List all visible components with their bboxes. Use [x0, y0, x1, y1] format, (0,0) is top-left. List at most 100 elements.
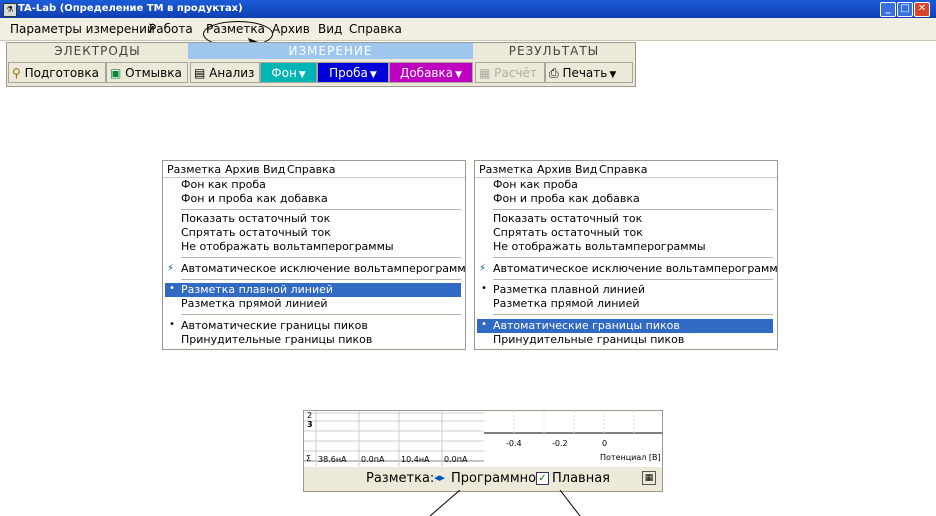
radio-dot-icon: • — [169, 283, 175, 294]
menu-option-auto-peak-bounds[interactable]: Автоматические границы пиков — [493, 319, 680, 333]
menu-separator — [181, 257, 461, 258]
prepare-button[interactable]: ⚲ Подготовка — [8, 62, 106, 83]
markup-mode-value[interactable]: Программно — [451, 471, 536, 486]
menu-option-hide-voltammograms[interactable]: Не отображать вольтамперограммы — [181, 240, 394, 254]
menu-option-auto-exclude[interactable]: Автоматическое исключение вольтамперогра… — [493, 262, 778, 276]
menu-separator — [493, 209, 773, 210]
calc-button[interactable]: ▦ Расчёт — [475, 62, 545, 83]
menu-item-help[interactable]: Справка — [287, 163, 335, 176]
electrode-icon: ⚲ — [12, 66, 21, 80]
menu-option-auto-peak-bounds[interactable]: Автоматические границы пиков — [181, 319, 368, 333]
menu-option-bg-as-sample[interactable]: Фон как проба — [493, 178, 578, 192]
menu-bar-snippet: Разметка Архив Вид Справка — [475, 161, 777, 178]
menu-bar-snippet: Разметка Архив Вид Справка — [163, 161, 465, 178]
line-type-value[interactable]: Плавная — [552, 471, 610, 486]
menu-separator — [493, 257, 773, 258]
sum-cell: 0.0пА — [361, 455, 385, 464]
dropdown-arrow-icon: ▼ — [455, 70, 463, 80]
menu-separator — [181, 209, 461, 210]
menu-option-hide-residual[interactable]: Спрятать остаточный ток — [493, 226, 643, 240]
main-toolbar: ЭЛЕКТРОДЫ ИЗМЕРЕНИЕ РЕЗУЛЬТАТЫ ⚲ Подгото… — [6, 42, 636, 87]
callout-lines — [429, 490, 581, 516]
results-table: 2 3 Σ 38.6нА 0.0пА 10.4нА 0.0пА — [304, 411, 484, 467]
menu-option-straight-line[interactable]: Разметка прямой линией — [493, 297, 639, 311]
wand-icon: ⚡ — [479, 263, 487, 274]
markup-status-label: Разметка: — [366, 471, 435, 486]
radio-dot-icon: • — [169, 319, 175, 330]
dropdown-arrow-icon: ▼ — [609, 70, 617, 80]
menu-separator — [181, 279, 461, 280]
dropdown-arrow-icon: ▼ — [298, 70, 306, 80]
sample-button[interactable]: Проба ▼ — [317, 62, 389, 83]
menu-separator — [493, 314, 773, 315]
menu-item-view[interactable]: Вид — [318, 22, 342, 36]
radio-dot-icon: • — [481, 283, 487, 294]
menu-option-show-residual[interactable]: Показать остаточный ток — [493, 212, 642, 226]
electrodes-group-title: ЭЛЕКТРОДЫ — [7, 43, 188, 59]
radio-dot-icon: • — [481, 319, 487, 330]
title-bar: ⚗ TA-Lab (Определение ТМ в продуктах) _ … — [0, 0, 936, 18]
markup-menu-left: Разметка Архив Вид Справка Фон как проба… — [162, 160, 466, 350]
document-icon: ▤ — [194, 66, 206, 80]
row-label: 3 — [307, 420, 313, 429]
menu-item-params[interactable]: Параметры измерений — [10, 22, 155, 36]
wash-icon: ▣ — [110, 66, 122, 80]
row-label: 2 — [307, 411, 313, 420]
menu-item-markup[interactable]: Разметка — [479, 163, 533, 176]
print-button[interactable]: ⎙ Печать ▼ — [545, 62, 633, 83]
voltammogram-plot: -0.4 -0.2 0 Потенциал [В] — [484, 411, 662, 467]
menu-option-smooth-line[interactable]: Разметка плавной линией — [181, 283, 333, 297]
dropdown-arrow-icon: ▼ — [369, 70, 377, 80]
menu-option-forced-peak-bounds[interactable]: Принудительные границы пиков — [493, 333, 684, 347]
measurement-group-title: ИЗМЕРЕНИЕ — [188, 43, 473, 59]
menu-separator — [181, 314, 461, 315]
axis-tick: 0 — [602, 439, 608, 448]
wand-icon: ⚡ — [167, 263, 175, 274]
menu-option-show-residual[interactable]: Показать остаточный ток — [181, 212, 330, 226]
menu-bar: Параметры измерений Работа Разметка Архи… — [0, 18, 936, 41]
table-icon[interactable]: ▦ — [642, 471, 656, 485]
close-button[interactable]: ✕ — [914, 2, 930, 17]
menu-item-archive[interactable]: Архив — [225, 163, 260, 176]
printer-icon: ⎙ — [549, 66, 559, 80]
menu-item-view[interactable]: Вид — [575, 163, 597, 176]
menu-option-smooth-line[interactable]: Разметка плавной линией — [493, 283, 645, 297]
sum-cell: 38.6нА — [318, 455, 347, 464]
results-group-title: РЕЗУЛЬТАТЫ — [473, 43, 635, 59]
analysis-button[interactable]: ▤ Анализ — [190, 62, 260, 83]
status-bar: Разметка: ◂▸ Программно ✓ Плавная ▦ — [304, 468, 662, 490]
menu-option-bg-sample-as-addition[interactable]: Фон и проба как добавка — [493, 192, 640, 206]
menu-item-help[interactable]: Справка — [349, 22, 402, 36]
arrows-icon: ◂▸ — [434, 471, 446, 484]
menu-option-bg-as-sample[interactable]: Фон как проба — [181, 178, 266, 192]
wash-button[interactable]: ▣ Отмывка — [106, 62, 188, 83]
background-button[interactable]: Фон ▼ — [260, 62, 317, 83]
sum-cell: 10.4нА — [401, 455, 430, 464]
app-icon: ⚗ — [3, 3, 17, 17]
checkbox-icon[interactable]: ✓ — [536, 472, 549, 485]
menu-item-archive[interactable]: Архив — [537, 163, 572, 176]
menu-option-bg-sample-as-addition[interactable]: Фон и проба как добавка — [181, 192, 328, 206]
axis-tick: -0.2 — [552, 439, 568, 448]
addition-button[interactable]: Добавка ▼ — [389, 62, 473, 83]
maximize-button[interactable]: □ — [897, 2, 913, 17]
menu-option-straight-line[interactable]: Разметка прямой линией — [181, 297, 327, 311]
menu-option-hide-voltammograms[interactable]: Не отображать вольтамперограммы — [493, 240, 706, 254]
axis-tick: -0.4 — [506, 439, 522, 448]
menu-item-view[interactable]: Вид — [263, 163, 285, 176]
menu-option-forced-peak-bounds[interactable]: Принудительные границы пиков — [181, 333, 372, 347]
minimize-button[interactable]: _ — [880, 2, 896, 17]
menu-item-help[interactable]: Справка — [599, 163, 647, 176]
menu-separator — [493, 279, 773, 280]
axis-label: Потенциал [В] — [600, 453, 661, 462]
markup-menu-right: Разметка Архив Вид Справка Фон как проба… — [474, 160, 778, 350]
sigma-label: Σ — [306, 454, 312, 463]
window-title: TA-Lab (Определение ТМ в продуктах) — [18, 3, 243, 14]
menu-option-auto-exclude[interactable]: Автоматическое исключение вольтамперогра… — [181, 262, 466, 276]
sum-cell: 0.0пА — [444, 455, 468, 464]
calculator-icon: ▦ — [479, 66, 491, 80]
menu-option-hide-residual[interactable]: Спрятать остаточный ток — [181, 226, 331, 240]
results-panel: 2 3 Σ 38.6нА 0.0пА 10.4нА 0.0пА -0.4 -0.… — [303, 410, 663, 492]
menu-item-markup[interactable]: Разметка — [167, 163, 221, 176]
menu-item-work[interactable]: Работа — [149, 22, 193, 36]
